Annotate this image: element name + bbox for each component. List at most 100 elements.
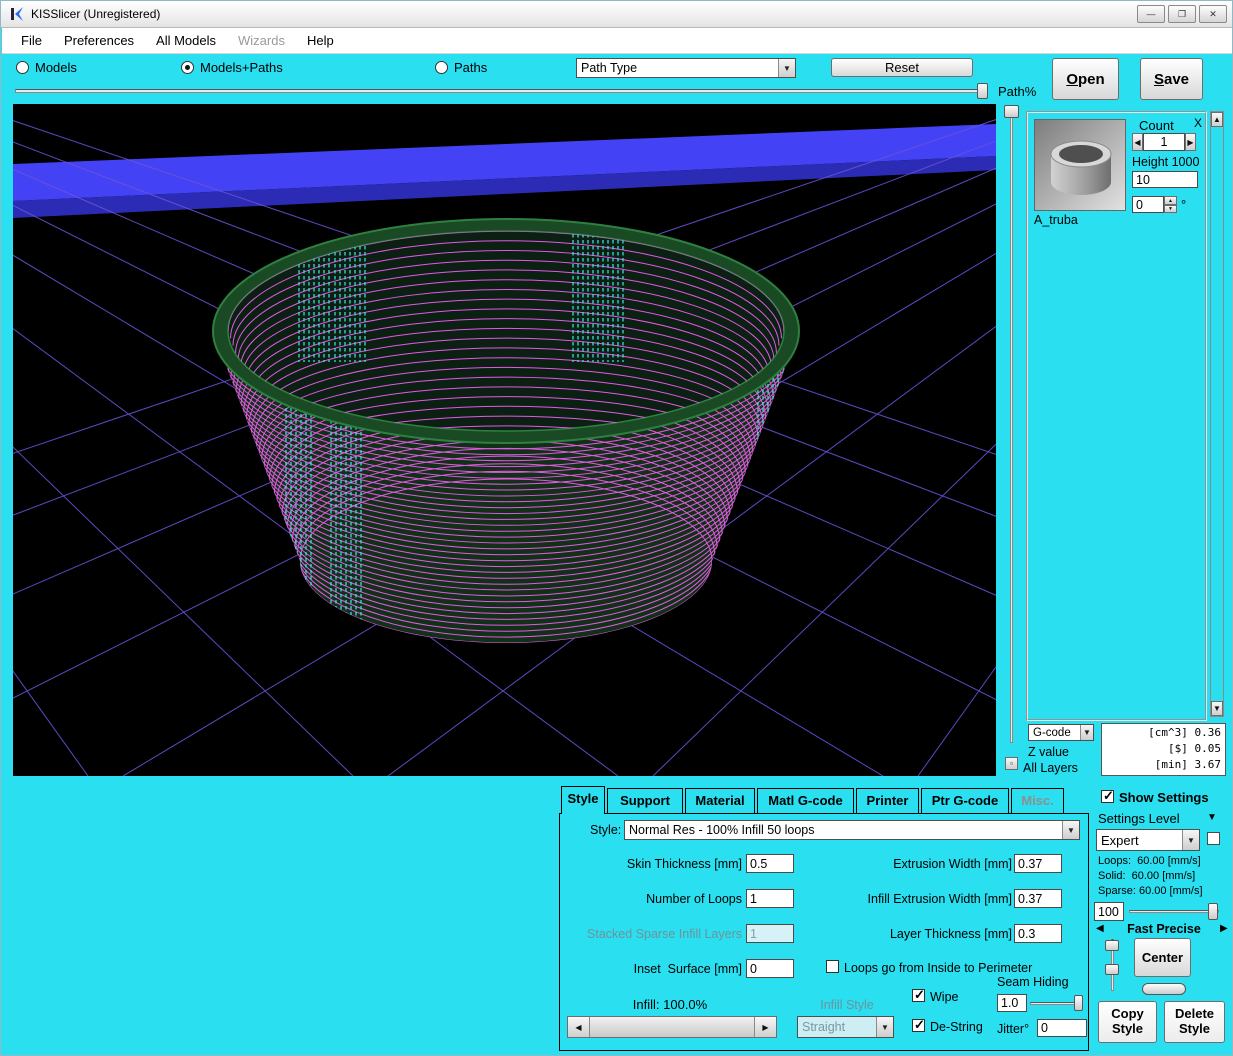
tab-material[interactable]: Material <box>685 788 755 813</box>
extrusion-width-label: Extrusion Width [mm] <box>800 857 1012 871</box>
infill-style-label: Infill Style <box>797 998 897 1012</box>
radio-paths[interactable]: Paths <box>435 60 487 75</box>
path-percent-slider-thumb[interactable] <box>977 83 988 99</box>
tab-support[interactable]: Support <box>607 788 683 813</box>
radio-models-circle[interactable] <box>16 61 29 74</box>
seam-hiding-value[interactable]: 1.0 <box>997 994 1027 1012</box>
loops-inside-checkbox[interactable] <box>826 960 839 973</box>
model-thumbnail[interactable] <box>1034 119 1126 211</box>
3d-viewport[interactable] <box>13 104 996 776</box>
count-decrement-button[interactable]: ◀ <box>1132 133 1143 151</box>
path-percent-slider-track[interactable] <box>15 89 987 93</box>
count-field[interactable]: 1 <box>1143 133 1185 151</box>
reset-button[interactable]: Reset <box>831 58 973 77</box>
layer-range-button[interactable]: ▫ <box>1005 757 1018 770</box>
slider-right-icon[interactable]: ▶ <box>754 1017 776 1037</box>
z-value-label: Z value <box>1028 745 1069 759</box>
scroll-up-icon[interactable]: ▲ <box>1211 112 1223 127</box>
radio-models-paths-circle[interactable] <box>181 61 194 74</box>
spinner-up-icon[interactable]: ▲ <box>1164 196 1177 205</box>
model-list-scrollbar[interactable]: ▲ ▼ <box>1210 111 1224 717</box>
stacked-sparse-infill-field: 1 <box>746 924 794 943</box>
settings-level-label: Settings Level <box>1098 811 1180 826</box>
inset-surface-label: Inset Surface [mm] <box>560 962 742 976</box>
jitter-field[interactable]: 0 <box>1037 1019 1087 1037</box>
z-slider-track[interactable] <box>1010 107 1013 743</box>
infill-extrusion-width-label: Infill Extrusion Width [mm] <box>800 892 1012 906</box>
degree-label: ° <box>1181 197 1186 212</box>
radio-paths-label: Paths <box>454 60 487 75</box>
speed-slider-track[interactable] <box>1129 910 1219 913</box>
loops-inside-label: Loops go from Inside to Perimeter <box>844 961 1032 975</box>
speed-slider-thumb[interactable] <box>1208 903 1218 920</box>
chevron-down-icon[interactable]: ▼ <box>1062 821 1079 839</box>
menu-preferences[interactable]: Preferences <box>53 28 145 53</box>
path-percent-label: Path% <box>998 84 1036 99</box>
infill-percent-label: Infill: 100.0% <box>580 997 760 1012</box>
gcode-dropdown[interactable]: G-code ▼ <box>1028 724 1094 741</box>
chevron-down-icon[interactable]: ▼ <box>1182 830 1199 850</box>
settings-color-swatch[interactable] <box>1207 832 1220 845</box>
z-slider-thumb[interactable] <box>1004 105 1019 118</box>
radio-paths-circle[interactable] <box>435 61 448 74</box>
delete-style-button[interactable]: Delete Style <box>1164 1001 1225 1043</box>
number-of-loops-field[interactable]: 1 <box>746 889 794 908</box>
jitter-label: Jitter° <box>997 1022 1029 1036</box>
center-button[interactable]: Center <box>1134 938 1191 977</box>
layer-thickness-field[interactable]: 0.3 <box>1014 924 1062 943</box>
skin-thickness-field[interactable]: 0.5 <box>746 854 794 873</box>
fine-tune-slider-thumb-top[interactable] <box>1105 940 1119 951</box>
kisslicer-window: KISSlicer (Unregistered) — ❐ ✕ File Pref… <box>0 0 1233 1056</box>
copy-style-button[interactable]: Copy Style <box>1098 1001 1157 1043</box>
rotation-spinner[interactable]: ▲ ▼ <box>1164 196 1177 213</box>
rotation-field[interactable]: 0 <box>1132 196 1164 213</box>
minimize-button[interactable]: — <box>1137 5 1165 23</box>
menu-file[interactable]: File <box>10 28 53 53</box>
radio-models[interactable]: Models <box>16 60 77 75</box>
fast-arrow-icon[interactable]: ◀ <box>1096 923 1104 934</box>
settings-level-dropdown[interactable]: Expert ▼ <box>1096 829 1200 851</box>
tab-matl-gcode[interactable]: Matl G-code <box>757 788 854 813</box>
style-preset-dropdown[interactable]: Normal Res - 100% Infill 50 loops ▼ <box>624 820 1080 840</box>
radio-models-paths-label: Models+Paths <box>200 60 283 75</box>
seam-hiding-slider-thumb[interactable] <box>1074 995 1083 1011</box>
tab-ptr-gcode[interactable]: Ptr G-code <box>921 788 1009 813</box>
menu-all-models[interactable]: All Models <box>145 28 227 53</box>
count-increment-button[interactable]: ▶ <box>1185 133 1196 151</box>
slider-left-icon[interactable]: ◀ <box>568 1017 590 1037</box>
skin-thickness-label: Skin Thickness [mm] <box>560 857 742 871</box>
remove-model-button[interactable]: X <box>1194 116 1202 130</box>
scroll-down-icon[interactable]: ▼ <box>1211 701 1223 716</box>
height-field[interactable]: 10 <box>1132 171 1198 188</box>
model-name-label[interactable]: A_truba <box>1034 213 1078 227</box>
path-type-dropdown[interactable]: Path Type ▼ <box>576 58 796 78</box>
wipe-checkbox[interactable] <box>912 989 925 1002</box>
restore-button[interactable]: ❐ <box>1168 5 1196 23</box>
precise-arrow-icon[interactable]: ▶ <box>1220 923 1228 934</box>
inset-surface-field[interactable]: 0 <box>746 959 794 978</box>
spinner-down-icon[interactable]: ▼ <box>1164 205 1177 213</box>
extrusion-width-field[interactable]: 0.37 <box>1014 854 1062 873</box>
seam-hiding-slider-track[interactable] <box>1030 1002 1078 1005</box>
close-button[interactable]: ✕ <box>1199 5 1227 23</box>
tab-misc: Misc. <box>1011 788 1064 813</box>
open-button[interactable]: Open <box>1052 58 1119 100</box>
fine-tune-slider-thumb[interactable] <box>1105 964 1119 975</box>
platform-position-pill[interactable] <box>1142 983 1186 995</box>
chevron-down-icon[interactable]: ▼ <box>778 59 795 77</box>
chevron-down-icon[interactable]: ▼ <box>1080 725 1093 740</box>
speed-value-field[interactable]: 100 <box>1094 902 1124 921</box>
tab-style[interactable]: Style <box>561 786 605 814</box>
infill-slider-thumb[interactable] <box>590 1017 754 1037</box>
infill-slider[interactable]: ◀ ▶ <box>567 1016 777 1038</box>
save-button[interactable]: Save <box>1140 58 1203 100</box>
destring-checkbox[interactable] <box>912 1019 925 1032</box>
radio-models-paths[interactable]: Models+Paths <box>181 60 283 75</box>
print-stats: [cm^3] 0.36 [$] 0.05 [min] 3.67 <box>1101 723 1226 776</box>
infill-extrusion-width-field[interactable]: 0.37 <box>1014 889 1062 908</box>
tab-printer[interactable]: Printer <box>856 788 919 813</box>
menu-help[interactable]: Help <box>296 28 345 53</box>
title-bar[interactable]: KISSlicer (Unregistered) — ❐ ✕ <box>1 1 1233 28</box>
show-settings-checkbox[interactable] <box>1101 790 1114 803</box>
settings-level-arrow-icon[interactable]: ▼ <box>1207 812 1217 823</box>
